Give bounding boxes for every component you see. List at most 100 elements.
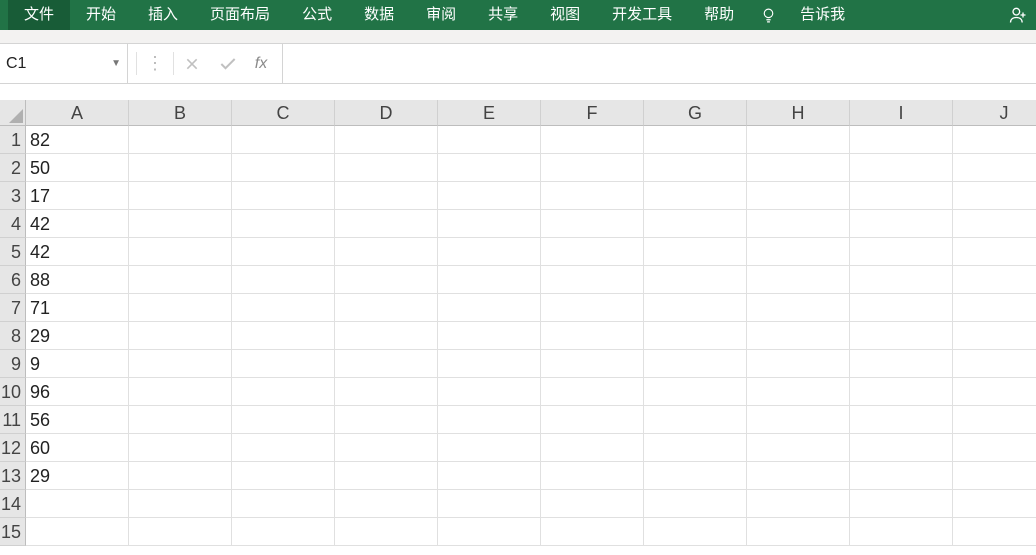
col-header-I[interactable]: I [850,100,953,126]
cell[interactable]: 29 [26,462,129,490]
tell-me-search[interactable]: 告诉我 [786,0,859,30]
cell[interactable] [335,434,438,462]
cell[interactable] [335,406,438,434]
cell[interactable] [335,490,438,518]
tab-formulas[interactable]: 公式 [286,0,348,30]
cell[interactable] [129,350,232,378]
cell[interactable] [438,490,541,518]
lightbulb-icon[interactable] [750,0,786,30]
col-header-E[interactable]: E [438,100,541,126]
cell[interactable] [644,126,747,154]
cell[interactable]: 42 [26,210,129,238]
cell[interactable] [747,266,850,294]
cell[interactable] [850,154,953,182]
col-header-F[interactable]: F [541,100,644,126]
cell[interactable] [541,434,644,462]
cell[interactable] [953,462,1036,490]
cell[interactable] [438,182,541,210]
cell[interactable] [953,210,1036,238]
cell[interactable] [850,182,953,210]
cell[interactable] [232,294,335,322]
cell[interactable]: 17 [26,182,129,210]
cell[interactable] [335,210,438,238]
cell[interactable] [541,294,644,322]
col-header-A[interactable]: A [26,100,129,126]
cell[interactable] [644,490,747,518]
cell[interactable] [747,126,850,154]
cell[interactable] [541,518,644,546]
cell[interactable] [335,238,438,266]
cell[interactable] [232,154,335,182]
cell[interactable]: 50 [26,154,129,182]
cell[interactable] [850,238,953,266]
cell[interactable] [953,350,1036,378]
row-header[interactable]: 8 [0,322,26,350]
cell[interactable] [129,238,232,266]
cell[interactable] [953,434,1036,462]
cell[interactable]: 82 [26,126,129,154]
cell[interactable] [953,322,1036,350]
cell[interactable] [747,294,850,322]
row-header[interactable]: 10 [0,378,26,406]
col-header-H[interactable]: H [747,100,850,126]
cell[interactable] [850,378,953,406]
cell[interactable] [850,406,953,434]
cell[interactable] [438,238,541,266]
cell[interactable] [850,350,953,378]
cell[interactable] [850,434,953,462]
cell[interactable]: 29 [26,322,129,350]
tab-file[interactable]: 文件 [8,0,70,30]
cell[interactable] [129,210,232,238]
name-box[interactable]: C1 ▼ [0,44,128,83]
cell[interactable] [438,210,541,238]
cell[interactable] [335,322,438,350]
cell[interactable] [747,350,850,378]
cell[interactable] [747,518,850,546]
row-header[interactable]: 4 [0,210,26,238]
col-header-B[interactable]: B [129,100,232,126]
cell[interactable] [644,462,747,490]
tab-view[interactable]: 视图 [534,0,596,30]
cell[interactable] [232,378,335,406]
col-header-D[interactable]: D [335,100,438,126]
tab-insert[interactable]: 插入 [132,0,194,30]
cell[interactable] [747,406,850,434]
cell[interactable] [644,238,747,266]
tab-page-layout[interactable]: 页面布局 [194,0,286,30]
cell[interactable] [850,322,953,350]
tab-review[interactable]: 审阅 [410,0,472,30]
cell[interactable] [335,126,438,154]
cell[interactable] [541,322,644,350]
tab-data[interactable]: 数据 [348,0,410,30]
cell[interactable] [129,322,232,350]
col-header-G[interactable]: G [644,100,747,126]
row-header[interactable]: 5 [0,238,26,266]
cell[interactable] [232,434,335,462]
cell[interactable] [129,406,232,434]
formula-input[interactable] [282,44,1036,83]
cell[interactable] [747,238,850,266]
cell[interactable] [541,210,644,238]
cell[interactable] [953,378,1036,406]
cell[interactable] [232,182,335,210]
cell[interactable] [541,154,644,182]
cell[interactable] [953,490,1036,518]
row-header[interactable]: 9 [0,350,26,378]
cell[interactable] [541,462,644,490]
cell[interactable] [438,126,541,154]
cell[interactable] [129,434,232,462]
cell[interactable]: 9 [26,350,129,378]
row-header[interactable]: 2 [0,154,26,182]
cell[interactable] [747,378,850,406]
row-header[interactable]: 1 [0,126,26,154]
cell[interactable] [438,294,541,322]
cell[interactable] [644,182,747,210]
cell[interactable] [438,154,541,182]
cell[interactable] [850,126,953,154]
cell[interactable] [438,350,541,378]
cell[interactable] [644,434,747,462]
cell[interactable] [232,238,335,266]
cell[interactable] [850,490,953,518]
cell[interactable] [644,210,747,238]
cell[interactable] [953,406,1036,434]
